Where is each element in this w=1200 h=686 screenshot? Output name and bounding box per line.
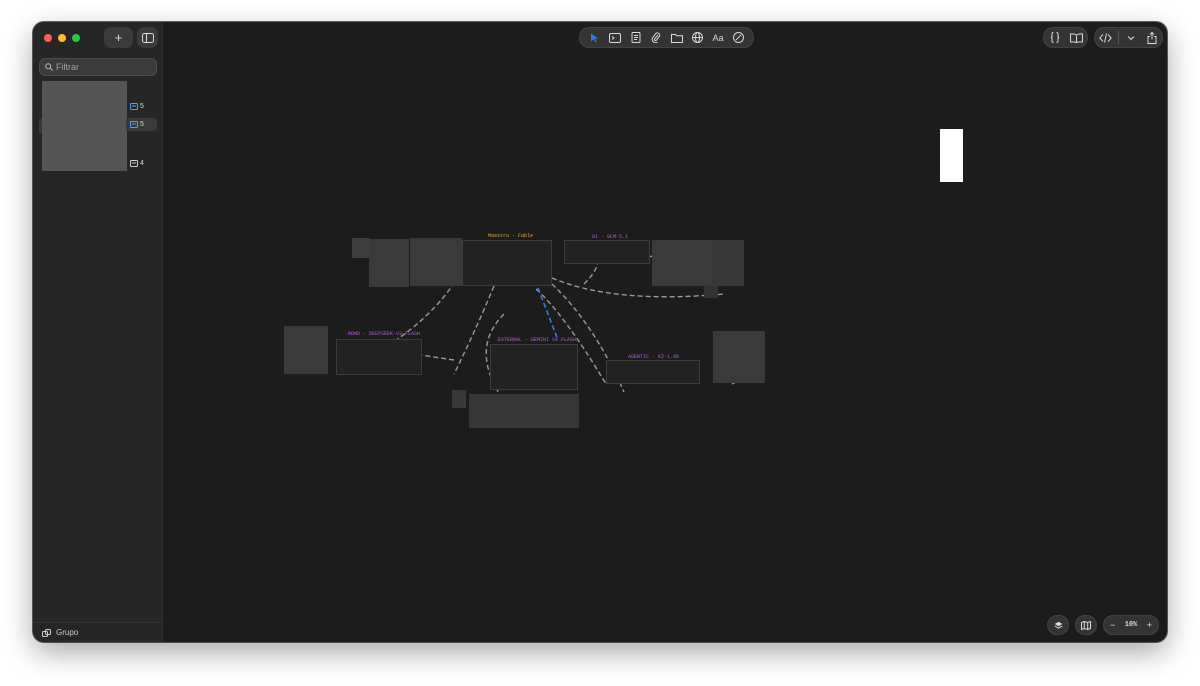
app-window: + 5 5 4 Grupo (33, 22, 1167, 642)
minimize-window-button[interactable] (58, 34, 66, 42)
code-share-group (1094, 27, 1163, 48)
note-card[interactable] (713, 331, 765, 383)
toggle-sidebar-button[interactable] (137, 27, 158, 48)
note-card[interactable] (652, 240, 712, 286)
zoom-level: 10% (1124, 621, 1138, 629)
canvas-area[interactable]: Maestro - Fable 01 - GLM-5.1 ROND - DEEP… (164, 54, 1167, 642)
note-card[interactable] (284, 326, 328, 374)
terminal-icon[interactable] (607, 30, 623, 46)
zoom-in-button[interactable]: + (1147, 620, 1152, 630)
connection-line (453, 285, 495, 375)
note-card[interactable] (712, 240, 744, 286)
search-icon (45, 63, 53, 71)
node-external[interactable] (490, 344, 578, 390)
canvas-thumbnail[interactable] (42, 81, 127, 171)
sidebar-item-count: 4 (140, 160, 144, 167)
node-agentic[interactable] (606, 360, 700, 384)
note-card[interactable] (704, 286, 718, 298)
zoom-control: − 10% + (1103, 615, 1159, 635)
node-01[interactable] (564, 240, 650, 264)
map-button[interactable] (1075, 615, 1097, 635)
sidebar: + 5 5 4 Grupo (33, 22, 163, 642)
attachment-icon[interactable] (648, 30, 664, 46)
pointer-icon[interactable] (586, 30, 602, 46)
braces-icon[interactable] (1047, 30, 1063, 46)
main-node-title: Maestro - Fable (488, 233, 534, 239)
note-card[interactable] (410, 238, 462, 286)
sidebar-icon (141, 32, 154, 43)
node-agentic-title: AGENTIC - K2-1.6K (628, 354, 680, 360)
group-label: Grupo (56, 628, 79, 637)
node-rond[interactable] (336, 339, 422, 375)
plus-icon: + (114, 30, 123, 45)
note-card[interactable] (452, 390, 466, 408)
folder-icon[interactable] (669, 30, 685, 46)
chevron-down-icon[interactable] (1123, 30, 1139, 46)
window-icon (130, 121, 138, 128)
toolbar-divider (1117, 31, 1119, 44)
layers-button[interactable] (1047, 615, 1069, 635)
main-node[interactable] (462, 240, 552, 286)
note-card[interactable] (369, 239, 409, 287)
zoom-window-button[interactable] (72, 34, 80, 42)
text-icon[interactable]: Aa (710, 30, 726, 46)
zoom-out-button[interactable]: − (1110, 620, 1115, 630)
sidebar-footer[interactable]: Grupo (33, 622, 163, 642)
window-icon (130, 160, 138, 167)
close-window-button[interactable] (44, 34, 52, 42)
sidebar-item-count: 5 (140, 121, 144, 128)
node-external-title: EXTERNAL - GEMINI vs FLASH (498, 337, 577, 343)
node-01-title: 01 - GLM-5.1 (592, 234, 629, 240)
map-icon (1081, 620, 1091, 630)
note-card[interactable] (469, 394, 579, 428)
sidebar-item[interactable]: 5 (130, 103, 144, 110)
sidebar-item-selected[interactable]: 5 (126, 118, 157, 131)
inspector-group (1043, 27, 1088, 48)
compass-icon[interactable] (731, 30, 747, 46)
group-icon (42, 628, 51, 637)
sidebar-item-count: 5 (140, 103, 144, 110)
search-field[interactable] (39, 58, 157, 76)
book-icon[interactable] (1068, 30, 1084, 46)
share-icon[interactable] (1144, 30, 1160, 46)
window-icon (130, 103, 138, 110)
add-button[interactable]: + (104, 27, 133, 48)
code-icon[interactable] (1097, 30, 1113, 46)
note-card[interactable] (352, 238, 370, 258)
sidebar-item[interactable]: 4 (130, 160, 144, 167)
search-input[interactable] (56, 62, 152, 72)
active-connection (537, 287, 559, 341)
tool-palette: Aa (579, 27, 754, 48)
script-icon[interactable] (628, 30, 644, 46)
globe-icon[interactable] (689, 30, 705, 46)
node-rond-title: ROND - DEEPSEEK-V3-FLASH (348, 331, 421, 337)
layers-icon (1054, 621, 1062, 629)
